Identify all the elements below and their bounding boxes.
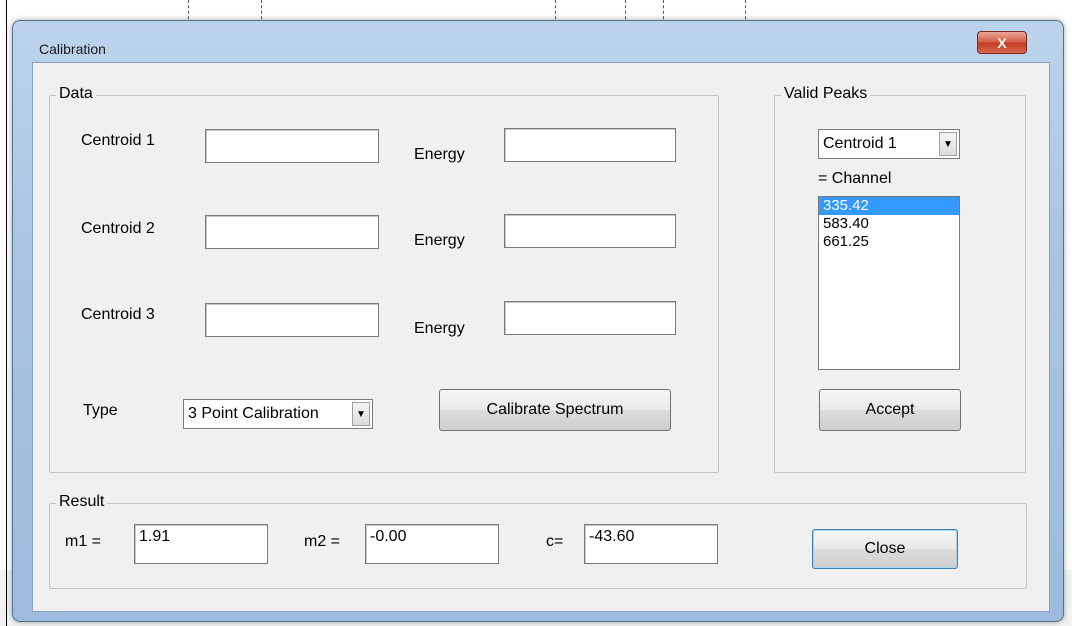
channel-list-item[interactable]: 583.40 <box>819 215 959 233</box>
result-group: Result m1 = 1.91 m2 = -0.00 c= -43.60 Cl… <box>49 493 1027 589</box>
result-group-legend: Result <box>56 493 108 511</box>
energy-2-input[interactable] <box>504 214 676 248</box>
m2-output[interactable]: -0.00 <box>365 524 499 564</box>
calibration-dialog: Calibration X Data Centroid 1 Energy Cen… <box>12 20 1064 622</box>
accept-button[interactable]: Accept <box>819 389 961 431</box>
centroid-3-input[interactable] <box>205 303 379 337</box>
channel-list-item[interactable]: 335.42 <box>819 197 959 215</box>
valid-peaks-group: Valid Peaks Centroid 1 ▼ = Channel 335.4… <box>774 85 1026 473</box>
energy-3-input[interactable] <box>504 301 676 335</box>
calibration-type-value: 3 Point Calibration <box>188 405 319 422</box>
channel-list-item[interactable]: 661.25 <box>819 233 959 251</box>
energy-1-input[interactable] <box>504 128 676 162</box>
m1-output[interactable]: 1.91 <box>134 524 268 564</box>
dialog-body: Data Centroid 1 Energy Centroid 2 Energy… <box>32 62 1050 612</box>
chevron-down-icon[interactable]: ▼ <box>939 132 957 156</box>
data-group: Data Centroid 1 Energy Centroid 2 Energy… <box>49 85 719 473</box>
chevron-down-icon[interactable]: ▼ <box>352 402 370 426</box>
centroid-3-label: Centroid 3 <box>81 306 155 323</box>
c-output[interactable]: -43.60 <box>584 524 718 564</box>
window-close-button[interactable]: X <box>977 31 1027 54</box>
valid-peaks-legend: Valid Peaks <box>781 85 871 103</box>
title-bar[interactable]: Calibration X <box>13 21 1063 61</box>
window-title: Calibration <box>39 41 106 57</box>
m1-label: m1 = <box>65 533 102 550</box>
calibrate-spectrum-button[interactable]: Calibrate Spectrum <box>439 389 671 431</box>
centroid-1-label: Centroid 1 <box>81 132 155 149</box>
peak-centroid-value: Centroid 1 <box>823 135 897 152</box>
centroid-1-input[interactable] <box>205 129 379 163</box>
channel-listbox[interactable]: 335.42 583.40 661.25 <box>818 196 960 370</box>
close-icon: X <box>997 34 1007 51</box>
centroid-2-input[interactable] <box>205 215 379 249</box>
m2-label: m2 = <box>304 533 341 550</box>
data-group-legend: Data <box>56 85 96 103</box>
background-app-edge <box>6 0 7 626</box>
type-label: Type <box>83 402 118 419</box>
c-label: c= <box>546 533 564 550</box>
energy-3-label: Energy <box>414 320 465 337</box>
energy-1-label: Energy <box>414 146 465 163</box>
peak-centroid-select[interactable]: Centroid 1 ▼ <box>818 129 960 159</box>
energy-2-label: Energy <box>414 232 465 249</box>
centroid-2-label: Centroid 2 <box>81 220 155 237</box>
close-button[interactable]: Close <box>812 529 958 569</box>
calibration-type-select[interactable]: 3 Point Calibration ▼ <box>183 399 373 429</box>
channel-label: = Channel <box>818 170 892 187</box>
